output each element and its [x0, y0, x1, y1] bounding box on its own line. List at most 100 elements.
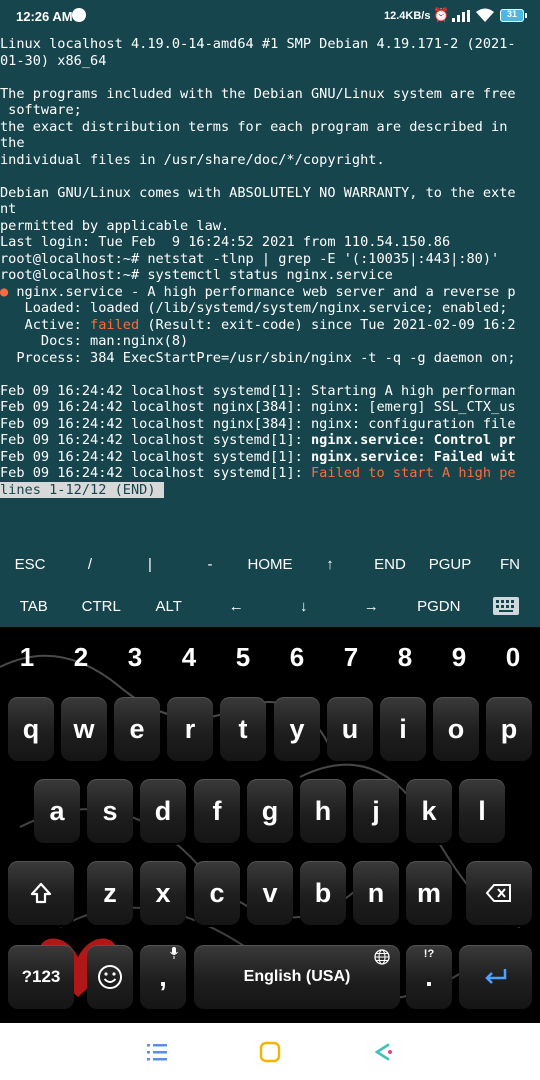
arrow-down-key[interactable]: ↓: [270, 585, 338, 627]
emoji-icon[interactable]: [87, 945, 133, 1009]
soft-keyboard: 1 2 3 4 5 6 7 8 9 0 q w e r t y u i o p …: [0, 627, 540, 1023]
key-k[interactable]: k: [406, 779, 452, 843]
fn-key[interactable]: FN: [480, 543, 540, 585]
slash-key[interactable]: /: [60, 543, 120, 585]
ctrl-key[interactable]: CTRL: [68, 585, 136, 627]
key-4[interactable]: 4: [162, 639, 216, 675]
shift-icon[interactable]: [8, 861, 74, 925]
key-0[interactable]: 0: [486, 639, 540, 675]
key-u[interactable]: u: [327, 697, 373, 761]
key-8[interactable]: 8: [378, 639, 432, 675]
key-i[interactable]: i: [380, 697, 426, 761]
terminal-line: Feb 09 16:24:42 localhost systemd[1]: ng…: [0, 432, 540, 449]
key-f[interactable]: f: [194, 779, 240, 843]
key-1[interactable]: 1: [0, 639, 54, 675]
key-3[interactable]: 3: [108, 639, 162, 675]
key-j[interactable]: j: [353, 779, 399, 843]
terminal-text: lines 1-12/12 (END): [0, 481, 156, 498]
home-icon[interactable]: [259, 1041, 281, 1063]
key-c[interactable]: c: [194, 861, 240, 925]
menu-icon[interactable]: [146, 1041, 168, 1063]
keyboard-icon[interactable]: [473, 585, 540, 627]
terminal-text: the exact distribution terms for each pr…: [0, 118, 508, 135]
key-6[interactable]: 6: [270, 639, 324, 675]
key-z[interactable]: z: [87, 861, 133, 925]
key-d[interactable]: d: [140, 779, 186, 843]
status-bar: 12:26 AM 12.4KB/s ⏰ 31: [0, 0, 540, 32]
key-o[interactable]: o: [433, 697, 479, 761]
signal-icon: [452, 10, 470, 22]
key-l[interactable]: l: [459, 779, 505, 843]
pipe-key[interactable]: |: [120, 543, 180, 585]
space-bar[interactable]: English (USA): [194, 945, 400, 1009]
terminal-output[interactable]: Linux localhost 4.19.0-14-amd64 #1 SMP D…: [0, 36, 540, 544]
arrow-up-key[interactable]: ↑: [300, 543, 360, 585]
arrow-left-key[interactable]: ←: [203, 585, 271, 627]
key-5[interactable]: 5: [216, 639, 270, 675]
key-b[interactable]: b: [300, 861, 346, 925]
terminal-line: Active: failed (Result: exit-code) since…: [0, 317, 540, 334]
comma-key[interactable]: ,: [140, 945, 186, 1009]
key-7[interactable]: 7: [324, 639, 378, 675]
key-m[interactable]: m: [406, 861, 452, 925]
key-n[interactable]: n: [353, 861, 399, 925]
terminal-text: the: [0, 135, 25, 151]
navigation-bar: [0, 1023, 540, 1080]
period-label: .: [425, 961, 433, 992]
terminal-cursor: [155, 481, 164, 498]
terminal-text: Feb 09 16:24:42 localhost systemd[1]: St…: [0, 382, 516, 399]
terminal-line: nt: [0, 201, 540, 218]
back-icon[interactable]: [372, 1041, 394, 1063]
terminal-text: failed: [90, 316, 140, 333]
terminal-line: The programs included with the Debian GN…: [0, 86, 540, 103]
pgup-key[interactable]: PGUP: [420, 543, 480, 585]
terminal-text: Feb 09 16:24:42 localhost systemd[1]:: [0, 465, 311, 481]
terminal-text: Docs: man:nginx(8): [0, 333, 189, 349]
terminal-line: software;: [0, 102, 540, 119]
tab-key[interactable]: TAB: [0, 585, 68, 627]
key-y[interactable]: y: [274, 697, 320, 761]
key-t[interactable]: t: [220, 697, 266, 761]
key-2[interactable]: 2: [54, 639, 108, 675]
terminal-line: 01-30) x86_64: [0, 53, 540, 70]
terminal-text: ●: [0, 283, 9, 300]
terminal-line: Feb 09 16:24:42 localhost nginx[384]: ng…: [0, 416, 540, 433]
terminal-line: Feb 09 16:24:42 localhost systemd[1]: St…: [0, 383, 540, 400]
comma-label: ,: [159, 961, 167, 992]
key-v[interactable]: v: [247, 861, 293, 925]
home-key[interactable]: HOME: [240, 543, 300, 585]
key-p[interactable]: p: [486, 697, 532, 761]
terminal-text: nginx.service: Control pr: [311, 432, 516, 448]
key-e[interactable]: e: [114, 697, 160, 761]
arrow-right-key[interactable]: →: [338, 585, 406, 627]
network-speed: 12.4KB/s: [384, 10, 431, 22]
key-9[interactable]: 9: [432, 639, 486, 675]
key-r[interactable]: r: [167, 697, 213, 761]
key-w[interactable]: w: [61, 697, 107, 761]
pgdn-key[interactable]: PGDN: [405, 585, 473, 627]
terminal-text: software;: [0, 102, 82, 118]
period-key[interactable]: !? .: [406, 945, 452, 1009]
enter-icon[interactable]: [459, 945, 532, 1009]
backspace-icon[interactable]: [466, 861, 532, 925]
alt-key[interactable]: ALT: [135, 585, 203, 627]
dash-key[interactable]: -: [180, 543, 240, 585]
terminal-text: Last login: Tue Feb 9 16:24:52 2021 from…: [0, 234, 451, 250]
terminal-line: Linux localhost 4.19.0-14-amd64 #1 SMP D…: [0, 36, 540, 53]
symbols-key[interactable]: ?123: [8, 945, 74, 1009]
key-q[interactable]: q: [8, 697, 54, 761]
end-key[interactable]: END: [360, 543, 420, 585]
esc-key[interactable]: ESC: [0, 543, 60, 585]
key-s[interactable]: s: [87, 779, 133, 843]
terminal-text: root@localhost:~# netstat -tlnp | grep -…: [0, 250, 500, 267]
key-h[interactable]: h: [300, 779, 346, 843]
wifi-icon: [476, 8, 494, 22]
key-a[interactable]: a: [34, 779, 80, 843]
terminal-text: 01-30) x86_64: [0, 52, 107, 69]
space-label: English (USA): [243, 968, 351, 985]
key-x[interactable]: x: [140, 861, 186, 925]
key-g[interactable]: g: [247, 779, 293, 843]
terminal-text: Active:: [0, 316, 91, 333]
